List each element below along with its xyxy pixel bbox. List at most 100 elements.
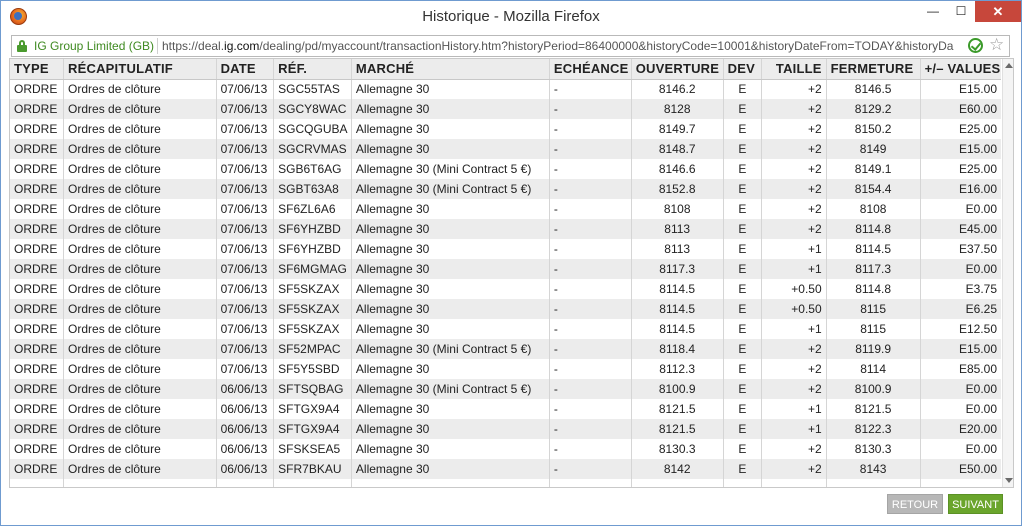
cell-taille: +2 [761, 379, 827, 399]
table-row[interactable]: ORDRE Ordres de clôture 07/06/13 SGCY8WAC Al… [10, 99, 1001, 119]
cell-ouverture: 8148.7 [630, 139, 724, 159]
retour-button[interactable]: RETOUR [887, 494, 943, 514]
cell-recap: Ordres de clôture [63, 299, 217, 319]
cell-type: ORDRE [14, 202, 58, 216]
table-row[interactable]: ORDRE Ordres de clôture 07/06/13 SF6YHZBD Al… [10, 219, 1001, 239]
cell-date: 06/06/13 [215, 399, 274, 419]
cell-type: ORDRE [14, 442, 58, 456]
cell-date: 07/06/13 [215, 239, 274, 259]
column-header-values[interactable]: +/– VALUES [919, 59, 1001, 80]
column-header-marche[interactable]: MARCHÉ [350, 59, 550, 80]
cell-date: 06/06/13 [215, 419, 274, 439]
table-row[interactable]: ORDRE Ordres de clôture 06/06/13 SFSKSEA5 Al… [10, 439, 1001, 459]
cell-dev: E [722, 79, 762, 99]
table-row[interactable]: ORDRE Ordres de clôture 07/06/13 SF6ZL6A6 Al… [10, 199, 1001, 219]
table-row[interactable]: ORDRE Ordres de clôture 07/06/13 SF5SKZAX Al… [10, 279, 1001, 299]
table-row[interactable]: ORDRE Ordres de clôture 07/06/13 SGBT63A8 Al… [10, 179, 1001, 199]
url-text[interactable]: https://deal.ig.com/dealing/pd/myaccount… [162, 39, 962, 53]
cell-dev: E [722, 319, 762, 339]
maximize-button[interactable]: ☐ [947, 1, 975, 22]
lock-icon[interactable] [17, 40, 27, 52]
cell-recap: Ordres de clôture [63, 379, 217, 399]
cell-type: ORDRE [14, 162, 58, 176]
cell-echeance: - [548, 219, 632, 239]
cell-fermeture: 8117.3 [825, 259, 921, 279]
cell-taille: +1 [761, 419, 827, 439]
filler-cell [761, 479, 827, 487]
close-button[interactable]: ✕ [975, 1, 1021, 22]
cell-fermeture: 8108 [825, 199, 921, 219]
table-row[interactable]: ORDRE Ordres de clôture 07/06/13 SF52MPAC Al… [10, 339, 1001, 359]
cell-dev: E [722, 459, 762, 479]
cell-ref: SGCQGUBA [273, 119, 352, 139]
vertical-scrollbar[interactable] [1002, 59, 1013, 487]
table-row[interactable]: ORDRE Ordres de clôture 06/06/13 SFTGX9A4 Al… [10, 399, 1001, 419]
table-row[interactable]: ORDRE Ordres de clôture 07/06/13 SF5SKZAX Al… [10, 299, 1001, 319]
table-row[interactable]: ORDRE Ordres de clôture 07/06/13 SF5Y5SBD Al… [10, 359, 1001, 379]
cell-echeance: - [548, 399, 632, 419]
cell-taille: +2 [761, 139, 827, 159]
table-row[interactable]: ORDRE Ordres de clôture 06/06/13 SFTSQBAG Al… [10, 379, 1001, 399]
browser-window: Historique - Mozilla Firefox — ☐ ✕ IG Gr… [0, 0, 1022, 526]
cell-date: 07/06/13 [215, 359, 274, 379]
table-row[interactable]: ORDRE Ordres de clôture 07/06/13 SGC55TAS Al… [10, 79, 1001, 99]
cell-values: E0.00 [919, 259, 1001, 279]
scroll-up-arrow-icon[interactable] [1005, 63, 1013, 68]
cell-values: E0.00 [919, 439, 1001, 459]
table-row[interactable]: ORDRE Ordres de clôture 07/06/13 SGCRVMAS Al… [10, 139, 1001, 159]
cell-values: E37.50 [919, 239, 1001, 259]
star-icon[interactable]: ☆ [989, 35, 1004, 55]
column-header-fermeture[interactable]: FERMETURE [825, 59, 921, 80]
column-header-recap[interactable]: RÉCAPITULATIF [63, 59, 217, 80]
address-bar[interactable]: IG Group Limited (GB) https://deal.ig.co… [11, 35, 1010, 57]
cell-ouverture: 8113 [630, 219, 724, 239]
scroll-down-arrow-icon[interactable] [1005, 478, 1013, 483]
cell-values: E60.00 [919, 99, 1001, 119]
cell-dev: E [722, 279, 762, 299]
cell-marche: Allemagne 30 [350, 439, 550, 459]
cell-ref: SFTGX9A4 [273, 419, 352, 439]
cell-taille: +2 [761, 79, 827, 99]
table-row[interactable]: ORDRE Ordres de clôture 07/06/13 SF5SKZAX Al… [10, 319, 1001, 339]
cell-taille: +2 [761, 459, 827, 479]
table-row[interactable]: ORDRE Ordres de clôture 06/06/13 SFTGX9A4 Al… [10, 419, 1001, 439]
table-row[interactable]: ORDRE Ordres de clôture 07/06/13 SGCQGUBA Al… [10, 119, 1001, 139]
cell-values: E0.00 [919, 379, 1001, 399]
window-title: Historique - Mozilla Firefox [422, 8, 600, 25]
site-identity[interactable]: IG Group Limited (GB) [34, 39, 154, 53]
cell-ouverture: 8118.4 [630, 339, 724, 359]
table-row[interactable]: ORDRE Ordres de clôture 07/06/13 SF6MGMAG Al… [10, 259, 1001, 279]
table-row[interactable]: ORDRE Ordres de clôture 07/06/13 SGB6T6AG Al… [10, 159, 1001, 179]
cell-recap: Ordres de clôture [63, 199, 217, 219]
cell-ref: SF5SKZAX [273, 299, 352, 319]
column-header-dev[interactable]: DEV [722, 59, 762, 80]
cell-marche: Allemagne 30 (Mini Contract 5 €) [350, 379, 550, 399]
table-row[interactable]: ORDRE Ordres de clôture 06/06/13 SFR7BKAU Al… [10, 459, 1001, 479]
minimize-button[interactable]: — [919, 1, 947, 22]
column-header-ouverture[interactable]: OUVERTURE [630, 59, 724, 80]
column-header-echeance[interactable]: ECHÉANCE [548, 59, 632, 80]
column-header-type[interactable]: TYPE [10, 59, 64, 80]
cell-marche: Allemagne 30 [350, 139, 550, 159]
cell-fermeture: 8121.5 [825, 399, 921, 419]
cell-marche: Allemagne 30 (Mini Contract 5 €) [350, 339, 550, 359]
cell-ouverture: 8114.5 [630, 279, 724, 299]
table-row[interactable]: ORDRE Ordres de clôture 07/06/13 SF6YHZBD Al… [10, 239, 1001, 259]
cell-marche: Allemagne 30 [350, 219, 550, 239]
column-header-date[interactable]: DATE [215, 59, 274, 80]
cell-marche: Allemagne 30 [350, 419, 550, 439]
cell-fermeture: 8114.8 [825, 219, 921, 239]
cell-date: 07/06/13 [215, 79, 274, 99]
column-header-taille[interactable]: TAILLE [761, 59, 827, 80]
cell-taille: +2 [761, 199, 827, 219]
cell-values: E85.00 [919, 359, 1001, 379]
cell-fermeture: 8100.9 [825, 379, 921, 399]
filler-cell [273, 479, 352, 487]
column-header-ref[interactable]: RÉF. [273, 59, 352, 80]
checkmark-icon[interactable] [968, 38, 983, 53]
suivant-button[interactable]: SUIVANT [948, 494, 1003, 514]
cell-recap: Ordres de clôture [63, 279, 217, 299]
cell-echeance: - [548, 459, 632, 479]
cell-type: ORDRE [10, 179, 64, 199]
cell-recap: Ordres de clôture [63, 319, 217, 339]
